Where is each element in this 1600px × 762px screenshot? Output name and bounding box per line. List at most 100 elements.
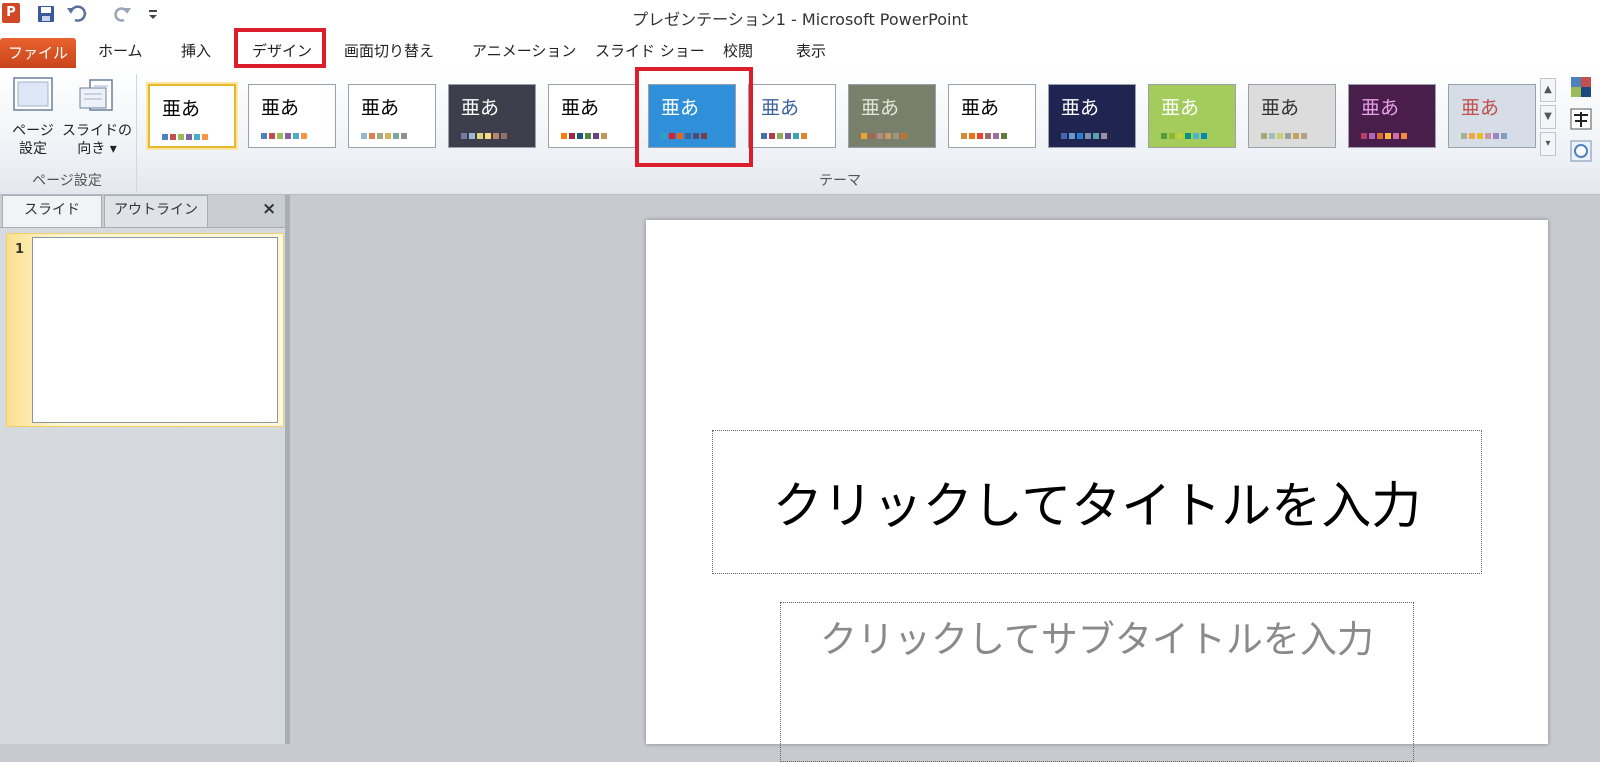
theme-swatch	[1061, 133, 1067, 139]
tab-home[interactable]: ホーム	[98, 40, 143, 61]
tab-insert[interactable]: 挿入	[181, 40, 211, 61]
theme-swatch	[178, 134, 184, 140]
theme-swatch	[893, 133, 899, 139]
theme-swatch	[1293, 133, 1299, 139]
theme-swatch	[261, 133, 267, 139]
theme-glyph: 亜あ	[1161, 97, 1200, 119]
theme-swatch	[285, 133, 291, 139]
theme-swatch	[1493, 133, 1499, 139]
theme-thumbnail[interactable]: 亜あ	[1048, 84, 1136, 148]
theme-glyph: 亜あ	[1361, 97, 1400, 119]
gallery-more-button[interactable]: ▾	[1540, 132, 1556, 156]
theme-swatch	[393, 133, 399, 139]
theme-thumbnail[interactable]: 亜あ	[1348, 84, 1436, 148]
theme-swatch	[277, 133, 283, 139]
theme-swatch	[561, 133, 567, 139]
theme-thumbnail[interactable]: 亜あ	[1148, 84, 1236, 148]
theme-swatch	[1301, 133, 1307, 139]
theme-swatch	[1385, 133, 1391, 139]
theme-glyph: 亜あ	[961, 97, 1000, 119]
theme-swatch	[861, 133, 867, 139]
theme-swatch	[1101, 133, 1107, 139]
theme-effects-icon[interactable]	[1570, 140, 1592, 166]
theme-swatch	[1069, 133, 1075, 139]
theme-swatch	[202, 134, 208, 140]
theme-thumbnail[interactable]: 亜あ	[948, 84, 1036, 148]
theme-color-swatches	[261, 133, 307, 139]
theme-glyph: 亜あ	[361, 97, 400, 119]
tab-design[interactable]: デザイン	[252, 40, 312, 61]
theme-thumbnail[interactable]: 亜あ	[1448, 84, 1536, 148]
theme-colors-icon[interactable]	[1570, 76, 1592, 102]
theme-swatch	[493, 133, 499, 139]
theme-swatch	[269, 133, 275, 139]
theme-swatch	[577, 133, 583, 139]
theme-swatch	[1361, 133, 1367, 139]
theme-swatch	[1161, 133, 1167, 139]
theme-swatch	[293, 133, 299, 139]
window-title: プレゼンテーション1 - Microsoft PowerPoint	[632, 10, 968, 29]
theme-glyph: 亜あ	[261, 97, 300, 119]
theme-glyph: 亜あ	[861, 97, 900, 119]
theme-thumbnail[interactable]: 亜あ	[848, 84, 936, 148]
tab-animations[interactable]: アニメーション	[472, 40, 576, 61]
theme-thumbnail[interactable]: 亜あ	[448, 84, 536, 148]
panel-tab-outline[interactable]: アウトライン	[104, 195, 208, 227]
close-icon[interactable]: ×	[262, 199, 276, 219]
theme-swatch	[1485, 133, 1491, 139]
tab-transitions[interactable]: 画面切り替え	[344, 40, 434, 61]
theme-swatch	[1001, 133, 1007, 139]
theme-swatch	[162, 134, 168, 140]
theme-swatch	[1461, 133, 1467, 139]
theme-swatch	[401, 133, 407, 139]
theme-swatch	[877, 133, 883, 139]
theme-glyph: 亜あ	[761, 97, 800, 119]
slides-panel: スライド アウトライン × 1	[0, 195, 290, 744]
title-placeholder[interactable]: クリックしてタイトルを入力	[712, 430, 1482, 574]
tab-view[interactable]: 表示	[796, 40, 826, 61]
themes-group-label: テーマ	[819, 173, 861, 189]
theme-swatch	[961, 133, 967, 139]
slide-thumbnail-item[interactable]: 1	[6, 233, 284, 427]
ribbon-tab-bar: ホーム 挿入 デザイン 画面切り替え アニメーション スライド ショー 校閲 表…	[0, 28, 1600, 69]
page-setup-group-label: ページ設定	[32, 173, 102, 189]
theme-color-swatches	[1361, 133, 1407, 139]
theme-swatch	[569, 133, 575, 139]
theme-thumbnail[interactable]: 亜あ	[248, 84, 336, 148]
panel-tab-slides[interactable]: スライド	[2, 195, 102, 227]
theme-color-swatches	[761, 133, 807, 139]
theme-swatch	[361, 133, 367, 139]
theme-swatch	[1093, 133, 1099, 139]
theme-thumbnail[interactable]: 亜あ	[1248, 84, 1336, 148]
gallery-scroll-up-button[interactable]: ▲	[1540, 78, 1556, 102]
theme-thumbnail[interactable]: 亜あ	[548, 84, 636, 148]
theme-color-swatches	[361, 133, 407, 139]
theme-swatch	[1501, 133, 1507, 139]
subtitle-placeholder[interactable]: クリックしてサブタイトルを入力	[780, 602, 1414, 762]
theme-swatch	[1401, 133, 1407, 139]
slide-canvas[interactable]: クリックしてタイトルを入力 クリックしてサブタイトルを入力	[646, 220, 1548, 762]
theme-fonts-icon[interactable]	[1570, 108, 1592, 134]
theme-swatch	[793, 133, 799, 139]
theme-swatch	[977, 133, 983, 139]
tab-file[interactable]: ファイル	[0, 38, 76, 69]
theme-swatch	[985, 133, 991, 139]
theme-swatch	[469, 133, 475, 139]
theme-thumbnail[interactable]: 亜あ	[348, 84, 436, 148]
theme-swatch	[501, 133, 507, 139]
theme-thumbnail[interactable]: 亜あ	[148, 84, 236, 148]
theme-swatch	[1261, 133, 1267, 139]
theme-swatch	[1393, 133, 1399, 139]
theme-swatch	[993, 133, 999, 139]
theme-glyph: 亜あ	[461, 97, 500, 119]
theme-swatch	[194, 134, 200, 140]
tab-review[interactable]: 校閲	[723, 40, 753, 61]
tab-slideshow[interactable]: スライド ショー	[595, 40, 705, 61]
theme-glyph: 亜あ	[162, 98, 201, 120]
panel-tabs: スライド アウトライン ×	[0, 195, 285, 228]
theme-thumbnail[interactable]: 亜あ	[748, 84, 836, 148]
theme-highlight-box	[635, 67, 753, 167]
gallery-scroll-down-button[interactable]: ▼	[1540, 105, 1556, 129]
slide-thumbnail[interactable]	[32, 237, 278, 423]
theme-swatch	[593, 133, 599, 139]
